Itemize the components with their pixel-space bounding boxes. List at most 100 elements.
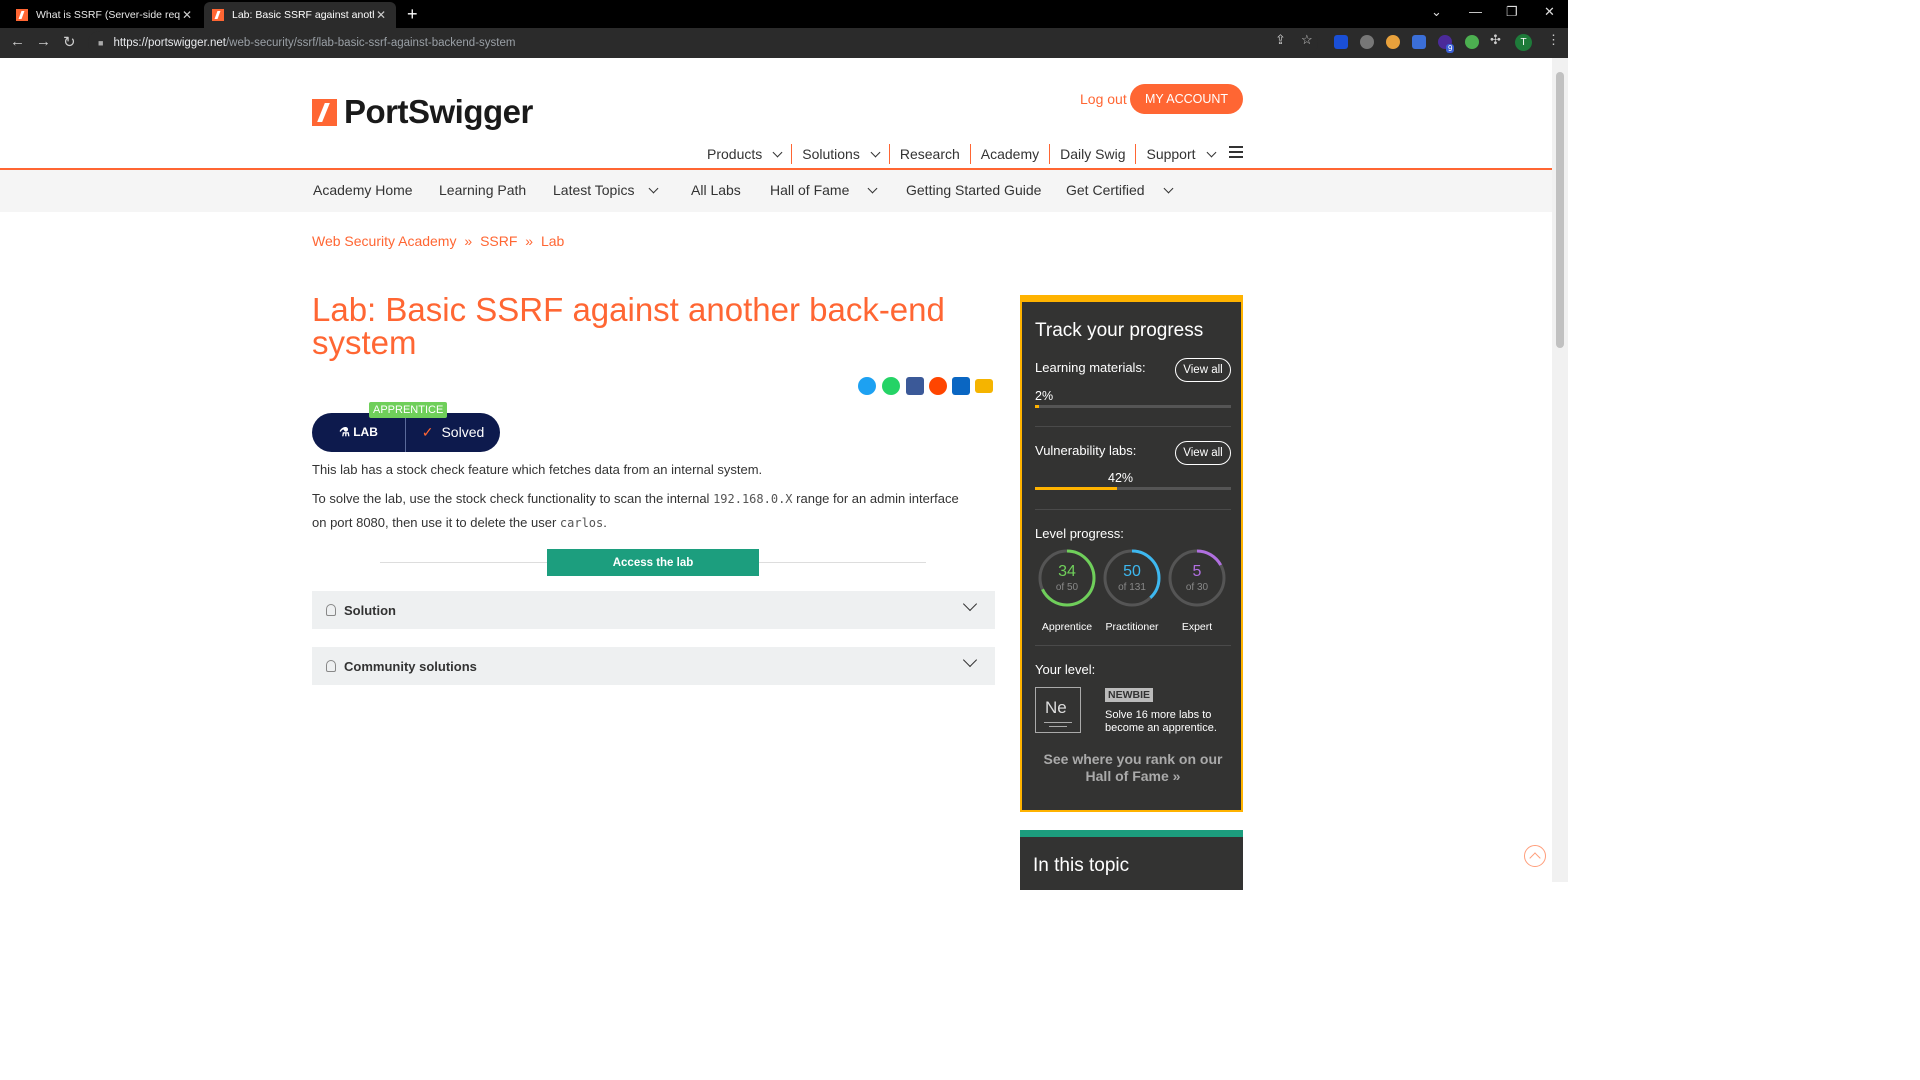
close-tab-icon[interactable]: ✕ xyxy=(374,8,388,22)
expert-progress-ring: 5 of 30 xyxy=(1167,548,1227,608)
learning-materials-label: Learning materials: xyxy=(1035,360,1146,375)
access-lab-button[interactable]: Access the lab xyxy=(547,549,759,576)
breadcrumb-academy[interactable]: Web Security Academy xyxy=(312,233,456,249)
lock-icon: ■ xyxy=(98,38,104,48)
lab-instructions: To solve the lab, use the stock check fu… xyxy=(312,487,992,535)
settings-extension-icon[interactable] xyxy=(1360,35,1374,49)
chevron-down-icon xyxy=(1163,183,1174,193)
browser-toolbar: ← → ↻ ■ https://portswigger.net /web-sec… xyxy=(0,28,1568,58)
nav-label: Research xyxy=(899,146,960,162)
double-chevron-right-icon: » xyxy=(1172,768,1181,784)
divider xyxy=(1035,509,1231,510)
close-window-icon[interactable]: ✕ xyxy=(1544,4,1555,20)
chrome-extension-icon[interactable] xyxy=(1465,35,1479,49)
portswigger-logo[interactable]: PortSwigger xyxy=(312,93,533,131)
subnav-get-certified[interactable]: Get Certified xyxy=(1066,182,1174,198)
nav-daily-swig[interactable]: Daily Swig xyxy=(1050,144,1137,164)
view-all-learning-button[interactable]: View all xyxy=(1175,358,1231,382)
reddit-share-icon[interactable] xyxy=(929,377,947,395)
extensions-puzzle-icon[interactable]: ✣ xyxy=(1490,32,1501,48)
bookmark-star-icon[interactable]: ☆ xyxy=(1301,32,1313,48)
extension-icon[interactable] xyxy=(1334,35,1348,49)
ring-number: 50 xyxy=(1123,563,1141,580)
divider xyxy=(1035,645,1231,646)
nav-products[interactable]: Products xyxy=(697,144,793,164)
subnav-learning-path[interactable]: Learning Path xyxy=(439,182,526,198)
username-code: carlos xyxy=(559,516,604,530)
in-this-topic-panel: In this topic xyxy=(1020,830,1243,890)
labs-percent: 42% xyxy=(1108,471,1134,485)
new-tab-button[interactable]: + xyxy=(407,4,418,25)
tab-search-icon[interactable]: ⌄ xyxy=(1431,4,1442,20)
facebook-share-icon[interactable] xyxy=(906,377,924,395)
rank-text: See where you rank on our Hall of Fame xyxy=(1043,751,1223,784)
my-account-button[interactable]: MY ACCOUNT xyxy=(1130,84,1243,114)
lab-label-text: LAB xyxy=(353,425,378,439)
browser-tab[interactable]: What is SSRF (Server-side reques ✕ xyxy=(8,2,202,28)
neon-element-icon: Ne xyxy=(1035,687,1081,733)
share-icon[interactable]: ⇪ xyxy=(1275,32,1286,48)
restore-icon[interactable]: ❐ xyxy=(1506,4,1518,20)
accordion-label: Community solutions xyxy=(344,658,477,674)
chevron-down-icon xyxy=(867,183,878,193)
hamburger-menu-icon[interactable] xyxy=(1229,146,1243,161)
back-icon[interactable]: ← xyxy=(10,33,25,50)
level-progress-label: Level progress: xyxy=(1035,526,1124,541)
menu-kebab-icon[interactable]: ⋮ xyxy=(1547,32,1560,48)
nav-academy[interactable]: Academy xyxy=(971,144,1051,164)
breadcrumb-separator: » xyxy=(464,233,473,249)
forward-icon[interactable]: → xyxy=(36,33,51,50)
portswigger-favicon-icon xyxy=(212,9,224,21)
nav-research[interactable]: Research xyxy=(890,144,971,164)
back-to-top-icon[interactable] xyxy=(1524,845,1546,867)
learning-progress-bar xyxy=(1035,405,1231,408)
breadcrumb-ssrf[interactable]: SSRF xyxy=(480,233,517,249)
ring-total: of 30 xyxy=(1185,582,1209,593)
ip-range-code: 192.168.0.X xyxy=(713,492,793,506)
page-scrollbar[interactable] xyxy=(1552,58,1568,882)
breadcrumb-lab[interactable]: Lab xyxy=(541,233,564,249)
nav-solutions[interactable]: Solutions xyxy=(792,144,890,164)
community-solutions-accordion[interactable]: Community solutions xyxy=(312,647,995,685)
subnav-academy-home[interactable]: Academy Home xyxy=(313,182,413,198)
whatsapp-share-icon[interactable] xyxy=(882,377,900,395)
subnav-label: Get Certified xyxy=(1066,182,1145,198)
subnav-hall-of-fame[interactable]: Hall of Fame xyxy=(770,182,878,198)
minimize-icon[interactable]: — xyxy=(1469,4,1482,19)
cookie-extension-icon[interactable] xyxy=(1386,35,1400,49)
sidebar-title: Track your progress xyxy=(1035,320,1204,341)
check-icon: ✓ xyxy=(421,424,434,440)
chevron-down-icon xyxy=(772,147,783,157)
status-text: Solved xyxy=(441,424,485,440)
browser-tab-active[interactable]: Lab: Basic SSRF against another b ✕ xyxy=(204,2,396,28)
subnav-all-labs[interactable]: All Labs xyxy=(691,182,741,198)
ring-total: of 131 xyxy=(1118,582,1146,593)
breadcrumb-separator: » xyxy=(525,233,534,249)
address-bar[interactable]: ■ https://portswigger.net /web-security/… xyxy=(88,31,1318,55)
close-tab-icon[interactable]: ✕ xyxy=(180,8,194,22)
logout-link[interactable]: Log out xyxy=(1080,91,1127,107)
element-line xyxy=(1044,722,1072,723)
subnav-latest-topics[interactable]: Latest Topics xyxy=(553,182,659,198)
linkedin-share-icon[interactable] xyxy=(952,377,970,395)
extension-badge: 9 xyxy=(1446,44,1455,53)
email-share-icon[interactable] xyxy=(975,379,993,393)
hall-of-fame-link[interactable]: See where you rank on our Hall of Fame » xyxy=(1035,751,1231,785)
twitter-share-icon[interactable] xyxy=(858,377,876,395)
portswigger-favicon-icon xyxy=(16,9,28,21)
logo-text: PortSwigger xyxy=(344,93,533,130)
chevron-down-icon xyxy=(1206,147,1216,157)
scrollbar-thumb[interactable] xyxy=(1556,72,1564,348)
reload-icon[interactable]: ↻ xyxy=(63,33,76,51)
view-all-labs-button[interactable]: View all xyxy=(1175,441,1231,465)
chevron-down-icon xyxy=(649,183,659,193)
nav-support[interactable]: Support xyxy=(1136,144,1224,164)
profile-avatar[interactable]: T xyxy=(1515,34,1532,51)
apprentice-label: Apprentice xyxy=(1041,621,1093,633)
vulnerability-labs-label: Vulnerability labs: xyxy=(1035,443,1137,458)
apprentice-badge: APPRENTICE xyxy=(369,402,448,418)
solution-accordion[interactable]: Solution xyxy=(312,591,995,629)
translate-extension-icon[interactable] xyxy=(1412,35,1426,49)
nav-label: Support xyxy=(1146,146,1196,162)
subnav-getting-started[interactable]: Getting Started Guide xyxy=(906,182,1041,198)
